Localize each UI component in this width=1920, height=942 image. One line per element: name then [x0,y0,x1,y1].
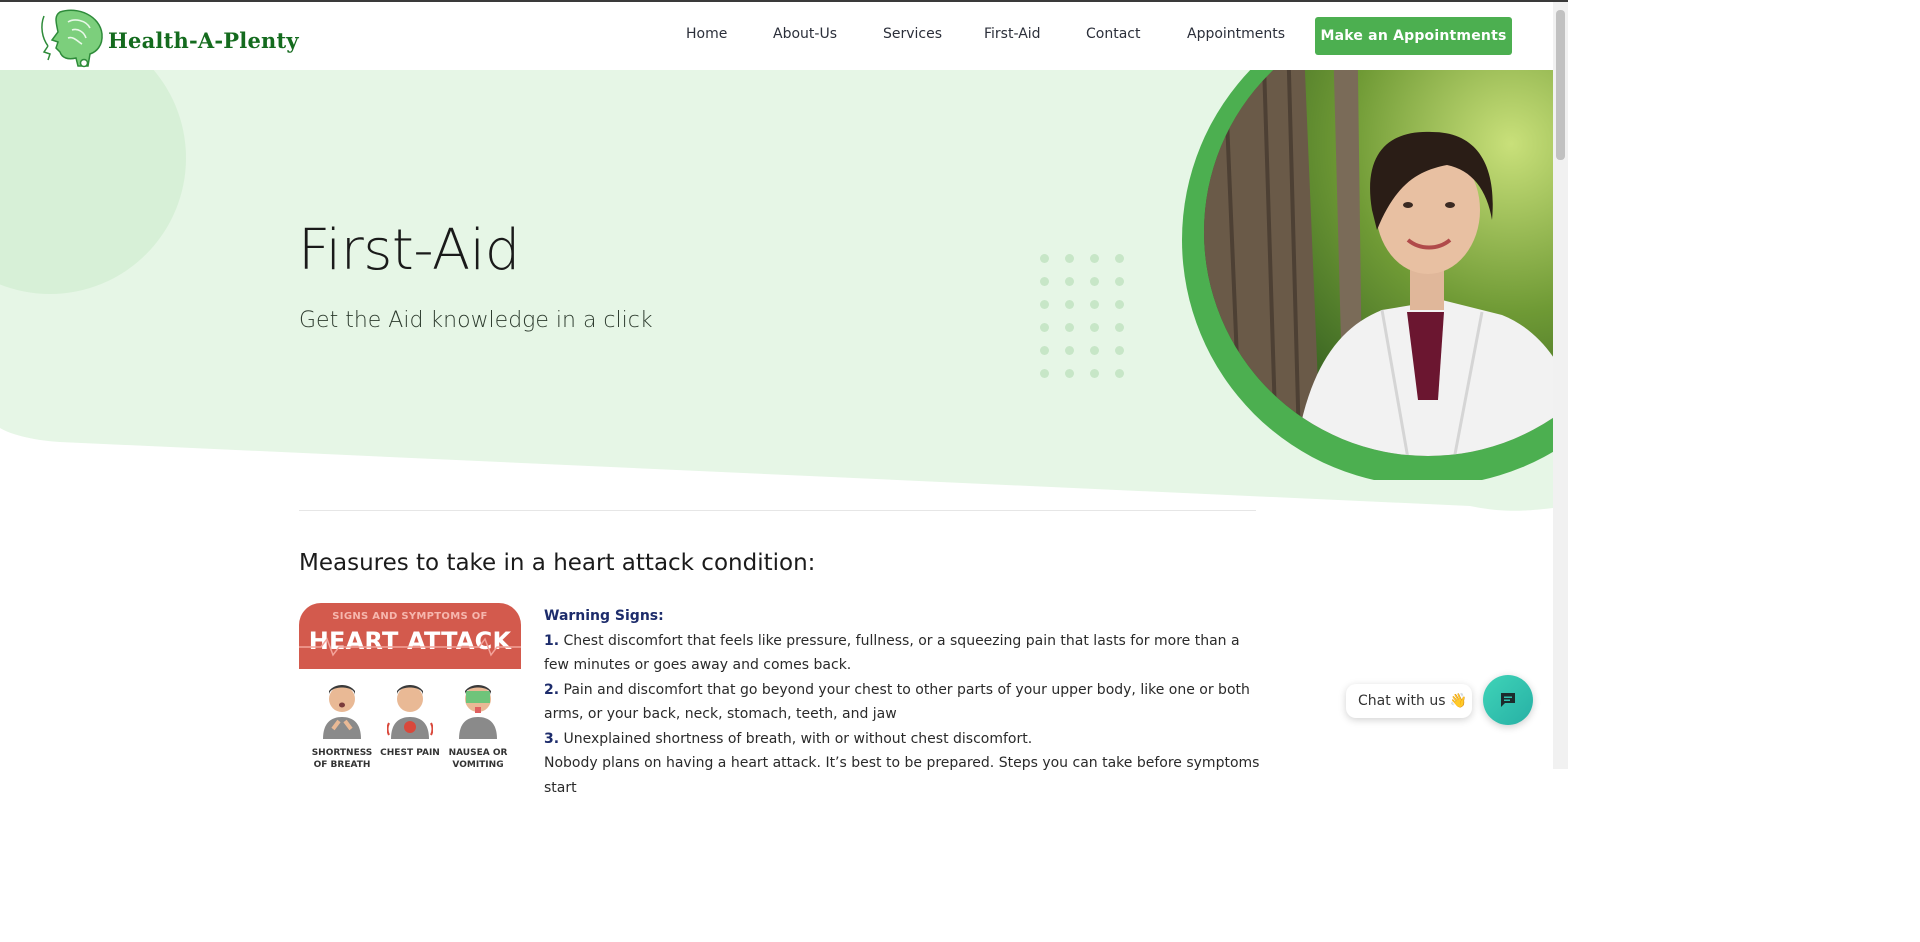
infographic-caption: CHEST PAIN [380,748,440,758]
heartbeat-line-icon [299,637,521,657]
section-title: Measures to take in a heart attack condi… [299,550,816,576]
infographic-caption: SHORTNESS OF BREATH [311,748,373,769]
brand-name: Health-A-Plenty [108,28,299,53]
doctor-photo [1182,70,1553,480]
nausea-icon [459,685,497,739]
warning-item: 1. Chest discomfort that feels like pres… [544,632,1240,674]
chat-prompt[interactable]: Chat with us 👋 [1346,684,1472,718]
page-subtitle: Get the Aid knowledge in a click [299,308,653,333]
heart-attack-infographic: SIGNS AND SYMPTOMS OF HEART ATTACK SHORT… [299,603,521,769]
infographic-header: SIGNS AND SYMPTOMS OF HEART ATTACK [299,603,521,669]
shortness-of-breath-icon [323,685,361,739]
closing-paragraph: Nobody plans on having a heart attack. I… [544,755,1260,796]
head-profile-icon [41,9,103,68]
nav-appointments[interactable]: Appointments [1187,26,1285,42]
scrollbar-thumb[interactable] [1556,10,1565,160]
article-content: Warning Signs: 1. Chest discomfort that … [544,604,1264,800]
nav-about-us[interactable]: About-Us [773,26,837,42]
infographic-caption: NAUSEA OR VOMITING [448,748,508,769]
make-appointment-button[interactable]: Make an Appointments [1315,17,1512,55]
page-scrollbar[interactable] [1553,2,1568,769]
nav-contact[interactable]: Contact [1086,26,1140,42]
page-title: First-Aid [298,218,520,283]
hero-banner: First-Aid Get the Aid knowledge in a cli… [0,70,1553,520]
brand-logo[interactable]: Health-A-Plenty [38,8,299,68]
warning-item: 3. Unexplained shortness of breath, with… [544,730,1033,747]
nav-first-aid[interactable]: First-Aid [984,26,1041,42]
nav-services[interactable]: Services [883,26,942,42]
section-divider [299,510,1256,511]
chat-bubble-icon [1501,693,1515,707]
chest-pain-icon [387,685,433,739]
chat-launcher-button[interactable] [1483,675,1533,725]
warning-item: 2. Pain and discomfort that go beyond yo… [544,681,1250,723]
nav-home[interactable]: Home [686,26,727,42]
warning-heading: Warning Signs: [544,608,664,624]
dot-grid-decoration [1040,254,1130,380]
site-header: Health-A-Plenty Home About-Us Services F… [0,2,1553,70]
